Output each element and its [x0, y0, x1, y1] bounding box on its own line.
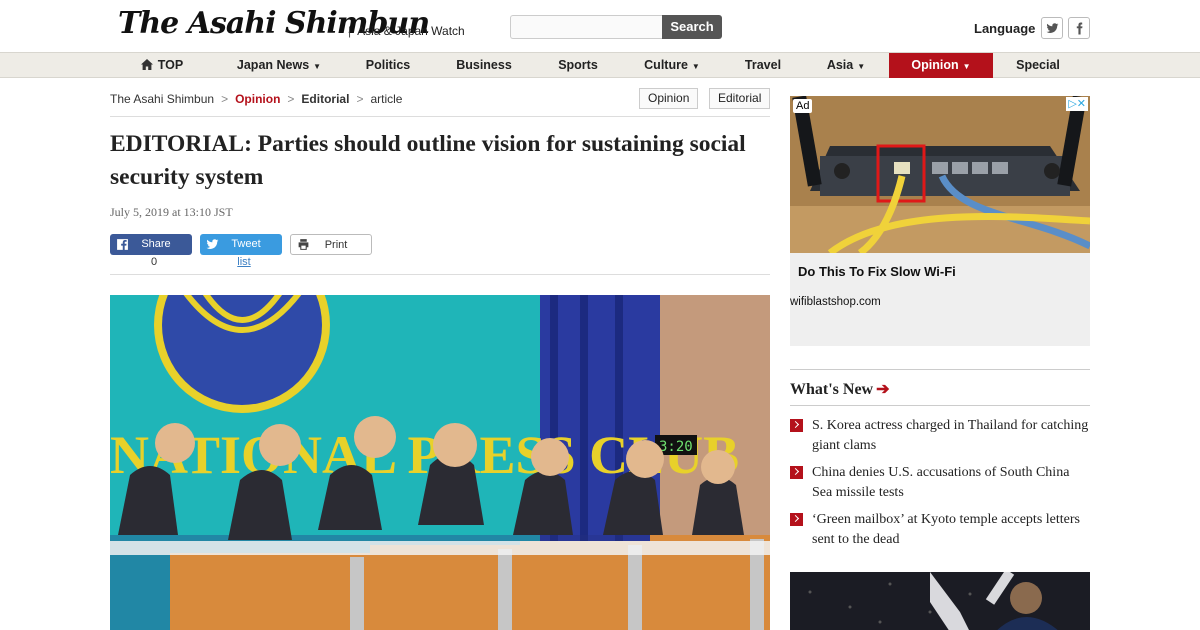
language-selector[interactable]: Language: [974, 21, 1035, 36]
tweet-button[interactable]: Tweet: [200, 234, 282, 255]
tweet-list-link[interactable]: list: [200, 256, 288, 268]
divider: [790, 369, 1090, 370]
router-image: [790, 96, 1090, 253]
divider: [790, 405, 1090, 406]
nav-item-asia[interactable]: Asia ▼: [820, 53, 872, 78]
chevron-down-icon: ▼: [857, 62, 866, 71]
share-count: 0: [150, 256, 158, 268]
tag-opinion[interactable]: Opinion: [639, 88, 699, 109]
site-tagline: Asia & Japan Watch: [348, 24, 465, 38]
ad-badge: Ad: [793, 99, 813, 113]
chevron-down-icon: ▼: [313, 62, 322, 71]
breadcrumb-separator: >: [221, 92, 229, 106]
search-input[interactable]: [510, 15, 663, 39]
main-nav: TOP Japan News ▼ Politics Business Sports…: [0, 52, 1200, 78]
nav-item-travel[interactable]: Travel: [737, 53, 789, 78]
arrow-right-icon: ➔: [876, 381, 890, 398]
breadcrumb-home[interactable]: The Asahi Shimbun: [110, 92, 214, 106]
article-date: July 5, 2019 at 13:10 JST: [110, 205, 233, 219]
nav-item-opinion[interactable]: Opinion ▼: [889, 53, 993, 78]
chevron-down-icon: ▼: [962, 62, 971, 71]
nav-item-special[interactable]: Special: [1010, 53, 1066, 78]
facebook-button[interactable]: [1068, 17, 1090, 39]
breadcrumb-separator: >: [356, 92, 364, 106]
facebook-share-button[interactable]: Share: [110, 234, 192, 255]
breadcrumb-editorial[interactable]: Editorial: [301, 92, 349, 106]
news-item-text[interactable]: China denies U.S. accusations of South C…: [812, 463, 1090, 503]
nav-item-business[interactable]: Business: [449, 53, 519, 78]
breadcrumb-current: article: [370, 92, 403, 106]
twitter-icon: [1046, 22, 1058, 33]
article-photo: NATIONAL PRESS CLUB 3:20: [110, 295, 770, 630]
nav-item-culture[interactable]: Culture ▼: [637, 53, 707, 78]
whats-new-heading[interactable]: What's New ➔: [790, 379, 890, 399]
nav-item-sports[interactable]: Sports: [550, 53, 606, 78]
breadcrumb: The Asahi Shimbun > Opinion > Editorial > arti…: [110, 92, 402, 106]
ad-image[interactable]: Ad ▷✕: [790, 96, 1090, 253]
divider: [110, 116, 770, 117]
ad-choices-icon[interactable]: ▷✕: [1066, 97, 1088, 111]
nav-item-politics[interactable]: Politics: [358, 53, 418, 78]
site-header: The Asahi Shimbun Asia & Japan Watch Sea…: [0, 0, 1200, 52]
advertisement[interactable]: Ad ▷✕ Do This To Fix Slow Wi-Fi wifiblas…: [790, 96, 1090, 346]
tag-editorial[interactable]: Editorial: [709, 88, 771, 109]
news-item-text[interactable]: S. Korea actress charged in Thailand for…: [812, 416, 1090, 456]
twitter-button[interactable]: [1041, 17, 1063, 39]
nav-item-top[interactable]: TOP: [132, 53, 192, 78]
article-title: EDITORIAL: Parties should outline vision…: [110, 131, 746, 190]
photo-clock-text: 3:20: [659, 439, 693, 455]
facebook-icon: [1076, 22, 1082, 34]
search-button[interactable]: Search: [662, 15, 722, 39]
baseball-player-image: [790, 572, 1090, 630]
home-icon: [140, 54, 153, 79]
bullet-icon: [790, 513, 803, 526]
breadcrumb-opinion[interactable]: Opinion: [235, 92, 280, 106]
press-conference-image: NATIONAL PRESS CLUB 3:20: [110, 295, 770, 630]
ad-headline[interactable]: Do This To Fix Slow Wi-Fi: [798, 264, 956, 279]
news-item-text[interactable]: ‘Green mailbox’ at Kyoto temple accepts …: [812, 510, 1090, 550]
bullet-icon: [790, 419, 803, 432]
news-thumbnail[interactable]: [790, 572, 1090, 630]
ad-source[interactable]: wifiblastshop.com: [790, 296, 881, 308]
chevron-down-icon: ▼: [691, 62, 700, 71]
breadcrumb-separator: >: [287, 92, 295, 106]
print-button[interactable]: Print: [290, 234, 372, 255]
divider: [110, 274, 770, 275]
nav-item-japan-news[interactable]: Japan News ▼: [231, 53, 327, 78]
bullet-icon: [790, 466, 803, 479]
